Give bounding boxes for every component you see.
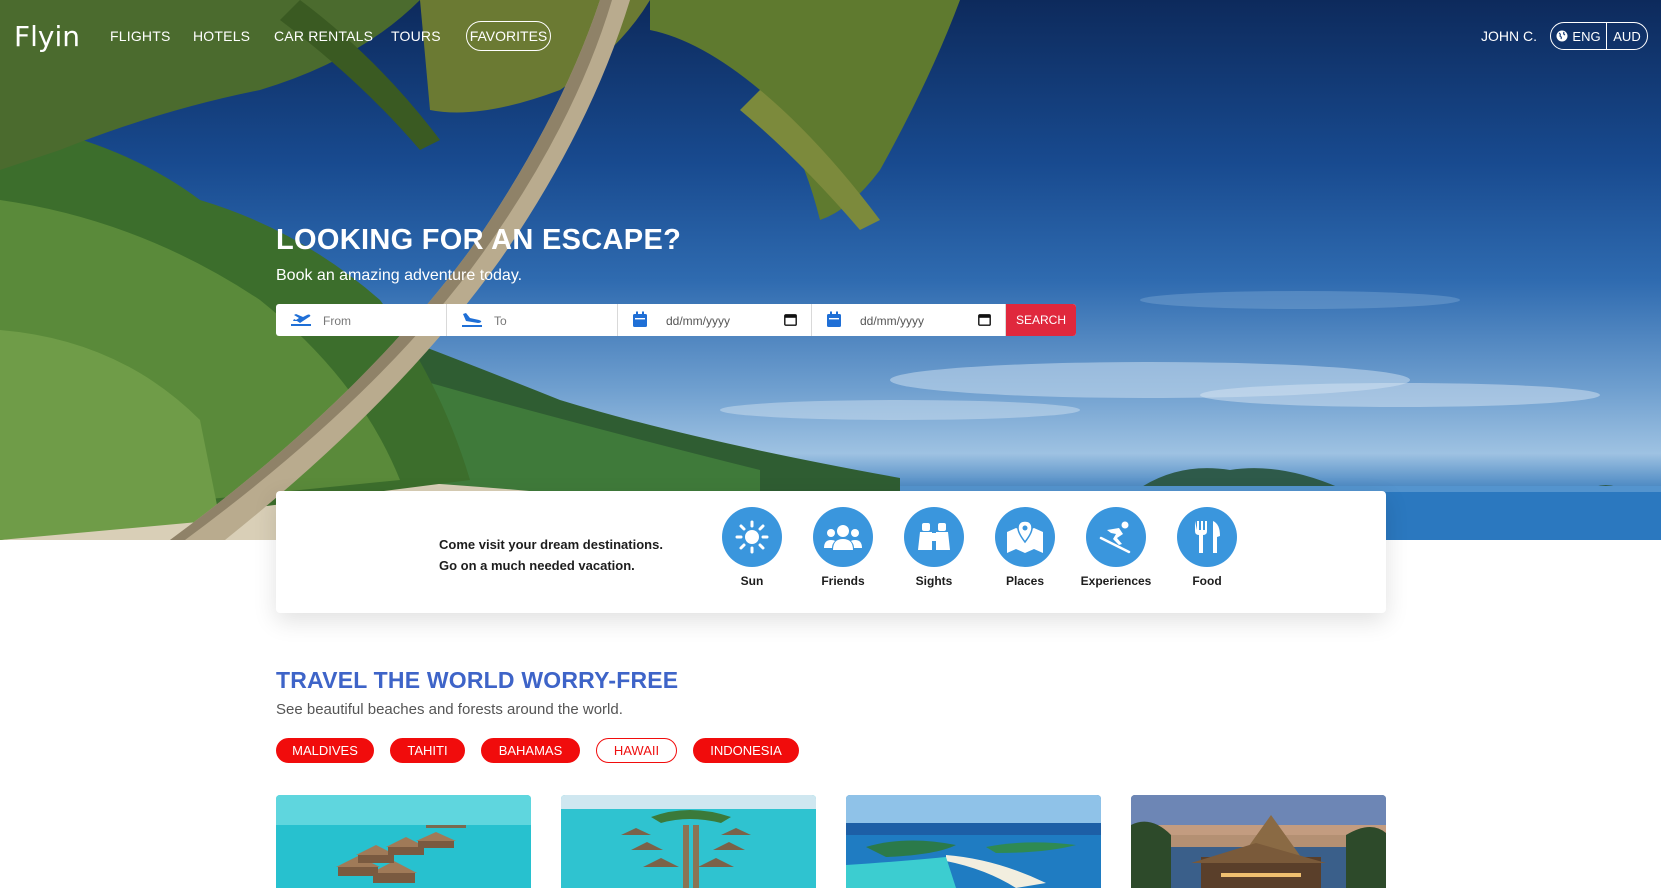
destination-card[interactable] [561, 795, 816, 888]
friends-icon [824, 525, 862, 550]
language-label: ENG [1572, 28, 1601, 44]
tagline-line-2: Go on a much needed vacation. [439, 558, 635, 573]
category-label: Places [1005, 574, 1045, 588]
nav-tours[interactable]: TOURS [391, 28, 441, 44]
depart-date-field[interactable]: dd/mm/yyyy [618, 304, 812, 336]
categories-tagline: Come visit your dream destinations. Go o… [439, 534, 663, 576]
currency-button[interactable]: AUD [1607, 23, 1647, 49]
hero-banner: Flyin FLIGHTS HOTELS CAR RENTALS TOURS F… [0, 0, 1661, 540]
category-label: Sights [915, 574, 953, 588]
to-placeholder: To [494, 314, 507, 328]
hero-headline: LOOKING FOR AN ESCAPE? [276, 224, 682, 256]
categories-card: Come visit your dream destinations. Go o… [276, 491, 1386, 613]
plane-takeoff-icon [291, 314, 311, 326]
plane-landing-icon [462, 313, 482, 327]
calendar-picker-icon[interactable] [784, 313, 797, 326]
nav-favorites-button[interactable]: FAVORITES [466, 21, 551, 51]
destination-card[interactable] [276, 795, 531, 888]
category-label: Experiences [1080, 574, 1152, 588]
filter-bahamas[interactable]: BAHAMAS [481, 738, 580, 763]
hero-subline: Book an amazing adventure today. [276, 267, 523, 284]
beach-scene-image [0, 0, 1661, 540]
category-friends[interactable]: Friends [798, 507, 888, 588]
maldives-photo [276, 795, 531, 888]
calendar-picker-icon[interactable] [978, 313, 991, 326]
category-places[interactable]: Places [980, 507, 1070, 588]
return-date-placeholder: dd/mm/yyyy [860, 314, 925, 328]
skiing-icon [1099, 521, 1131, 554]
destination-card[interactable] [846, 795, 1101, 888]
to-field[interactable]: To [447, 304, 618, 336]
indonesia-photo [1131, 795, 1386, 888]
nav-flights[interactable]: FLIGHTS [110, 28, 171, 44]
binoculars-icon [918, 523, 950, 550]
search-bar: From To dd/mm/yyyy dd/mm/yyyy SEARCH [276, 304, 1076, 336]
nav-car-rentals[interactable]: CAR RENTALS [274, 28, 373, 44]
filter-tahiti[interactable]: TAHITI [390, 738, 465, 763]
category-label: Friends [821, 574, 865, 588]
calendar-icon [827, 311, 841, 327]
category-label: Food [1192, 574, 1222, 588]
filter-hawaii[interactable]: HAWAII [596, 738, 677, 763]
search-button[interactable]: SEARCH [1006, 304, 1076, 336]
category-food[interactable]: Food [1162, 507, 1252, 588]
tahiti-photo [561, 795, 816, 888]
filter-indonesia[interactable]: INDONESIA [693, 738, 799, 763]
user-menu[interactable]: JOHN C. [1481, 28, 1537, 44]
depart-date-placeholder: dd/mm/yyyy [666, 314, 731, 328]
language-button[interactable]: ENG [1551, 23, 1607, 49]
bahamas-photo [846, 795, 1101, 888]
map-pin-icon [1007, 520, 1043, 553]
from-placeholder: From [323, 314, 351, 328]
category-sights[interactable]: Sights [889, 507, 979, 588]
destination-card[interactable] [1131, 795, 1386, 888]
locale-switcher: ENG AUD [1550, 22, 1648, 50]
section-title: TRAVEL THE WORLD WORRY-FREE [276, 667, 679, 693]
tagline-line-1: Come visit your dream destinations. [439, 537, 663, 552]
globe-icon [1556, 30, 1568, 42]
category-experiences[interactable]: Experiences [1071, 507, 1161, 588]
filter-maldives[interactable]: MALDIVES [276, 738, 374, 763]
from-field[interactable]: From [276, 304, 447, 336]
category-label: Sun [740, 574, 764, 588]
category-sun[interactable]: Sun [707, 507, 797, 588]
top-navbar: Flyin FLIGHTS HOTELS CAR RENTALS TOURS F… [0, 0, 1661, 72]
sun-icon [735, 520, 769, 554]
utensils-icon [1195, 521, 1220, 553]
brand-logo[interactable]: Flyin [14, 20, 80, 53]
return-date-field[interactable]: dd/mm/yyyy [812, 304, 1006, 336]
calendar-icon [633, 311, 647, 327]
nav-hotels[interactable]: HOTELS [193, 28, 250, 44]
section-subtitle: See beautiful beaches and forests around… [276, 701, 623, 718]
